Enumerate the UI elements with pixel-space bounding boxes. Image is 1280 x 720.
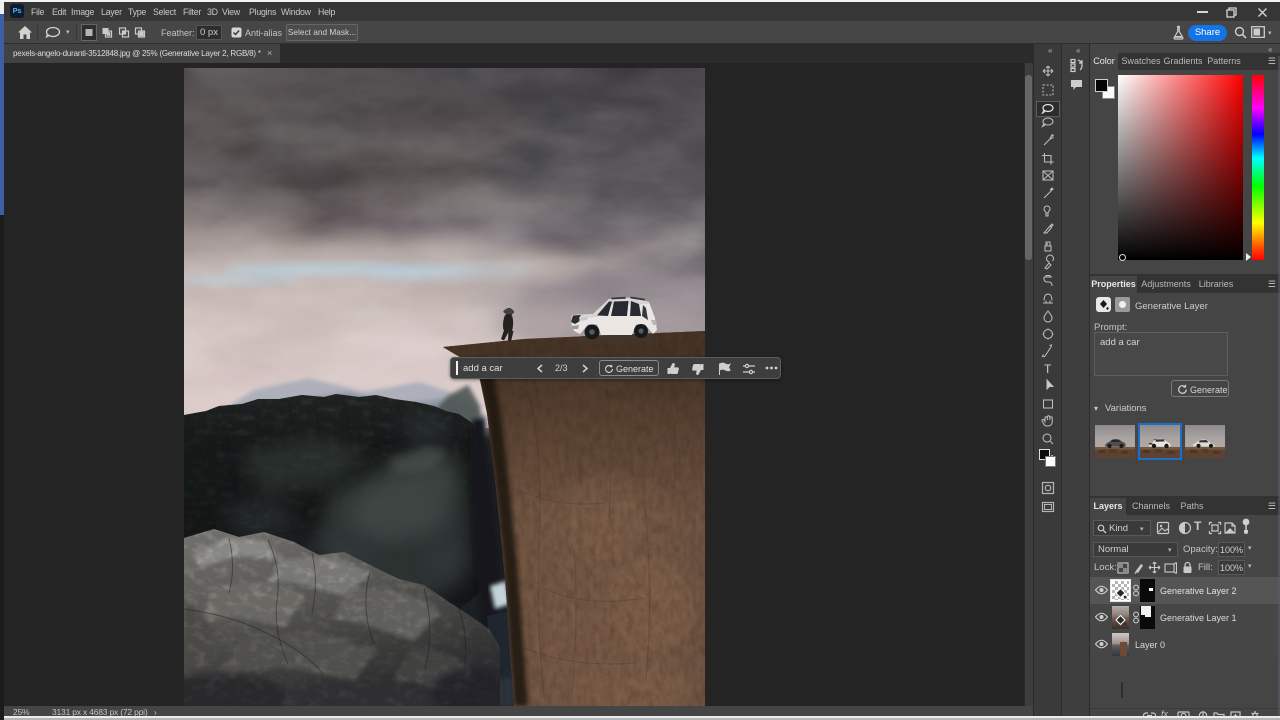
svg-text:T: T	[1044, 362, 1052, 376]
